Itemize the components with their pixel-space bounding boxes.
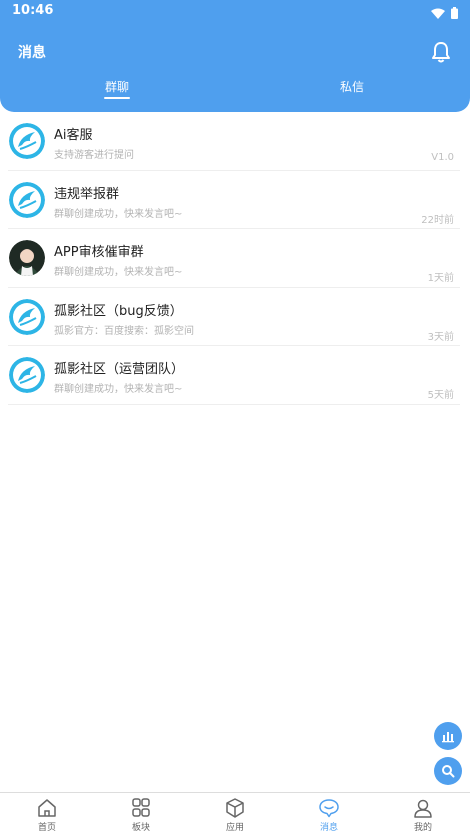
message-icon — [299, 798, 359, 818]
tab-bar: 群聊 私信 — [0, 78, 470, 106]
person-photo-avatar — [9, 240, 45, 276]
bird-logo-avatar — [9, 298, 45, 335]
wifi-icon — [431, 4, 445, 23]
grid-icon — [111, 798, 171, 818]
chat-preview: 孤影官方：百度搜索：孤影空间 — [54, 325, 194, 337]
chat-preview: 群聊创建成功，快来发言吧~ — [54, 384, 183, 395]
chat-preview: 群聊创建成功，快来发言吧~ — [54, 208, 183, 220]
bird-logo-avatar — [9, 181, 45, 218]
cube-icon — [205, 798, 265, 818]
nav-home[interactable]: 首页 — [17, 798, 77, 833]
chart-icon[interactable] — [434, 722, 462, 750]
chat-row[interactable]: 孤影社区（运营团队） 群聊创建成功，快来发言吧~ 5天前 — [8, 346, 460, 405]
tab-direct-message[interactable]: 私信 — [312, 78, 392, 95]
bird-logo-avatar — [9, 357, 45, 393]
chat-title: 孤影社区（bug反馈） — [54, 303, 183, 319]
chat-preview: 群聊创建成功，快来发言吧~ — [54, 267, 183, 278]
chat-preview: 支持游客进行提问 — [54, 150, 134, 161]
bell-icon[interactable] — [430, 40, 452, 64]
status-bar: 10:46 — [0, 0, 470, 24]
chat-time: 3天前 — [427, 331, 454, 343]
chat-time: 1天前 — [427, 273, 454, 284]
page-title: 消息 — [18, 45, 46, 61]
chat-title: 孤影社区（运营团队） — [54, 362, 185, 377]
nav-label: 板块 — [131, 823, 150, 833]
chat-time: 22时前 — [421, 214, 454, 226]
nav-label: 应用 — [225, 823, 244, 833]
bottom-nav: 首页 板块 应用 消息 我的 — [0, 792, 470, 837]
chat-time: V1.0 — [431, 152, 454, 163]
search-icon[interactable] — [434, 757, 462, 785]
status-time: 10:46 — [12, 3, 54, 18]
nav-label: 首页 — [37, 823, 56, 833]
chat-title: Ai客服 — [54, 128, 93, 143]
message-page: 10:46 消息 群聊 私信 Ai客服 支持游客进行提问 V1.0 违规举报群 … — [0, 0, 470, 837]
chat-title: 违规举报群 — [54, 186, 120, 202]
tab-label: 群聊 — [104, 80, 129, 94]
nav-label: 消息 — [319, 823, 338, 833]
nav-label: 我的 — [413, 823, 432, 833]
chat-row[interactable]: Ai客服 支持游客进行提问 V1.0 — [8, 112, 460, 171]
header: 10:46 消息 群聊 私信 — [0, 0, 470, 112]
home-icon — [17, 798, 77, 818]
chat-row[interactable]: 孤影社区（bug反馈） 孤影官方：百度搜索：孤影空间 3天前 — [8, 288, 460, 346]
chat-title: APP审核催审群 — [54, 245, 144, 260]
battery-icon — [451, 4, 458, 23]
bird-logo-avatar — [9, 123, 45, 159]
nav-profile[interactable]: 我的 — [393, 798, 453, 833]
tab-active-indicator — [104, 97, 130, 99]
tab-group-chat[interactable]: 群聊 — [77, 78, 157, 99]
nav-sections[interactable]: 板块 — [111, 798, 171, 833]
chat-list: Ai客服 支持游客进行提问 V1.0 违规举报群 群聊创建成功，快来发言吧~ 2… — [0, 112, 470, 405]
tab-label: 私信 — [339, 80, 364, 94]
nav-apps[interactable]: 应用 — [205, 798, 265, 833]
chat-time: 5天前 — [427, 390, 454, 401]
chat-row[interactable]: APP审核催审群 群聊创建成功，快来发言吧~ 1天前 — [8, 229, 460, 288]
nav-messages[interactable]: 消息 — [299, 798, 359, 833]
status-icons — [431, 4, 458, 23]
profile-icon — [393, 798, 453, 818]
chat-row[interactable]: 违规举报群 群聊创建成功，快来发言吧~ 22时前 — [8, 171, 460, 229]
